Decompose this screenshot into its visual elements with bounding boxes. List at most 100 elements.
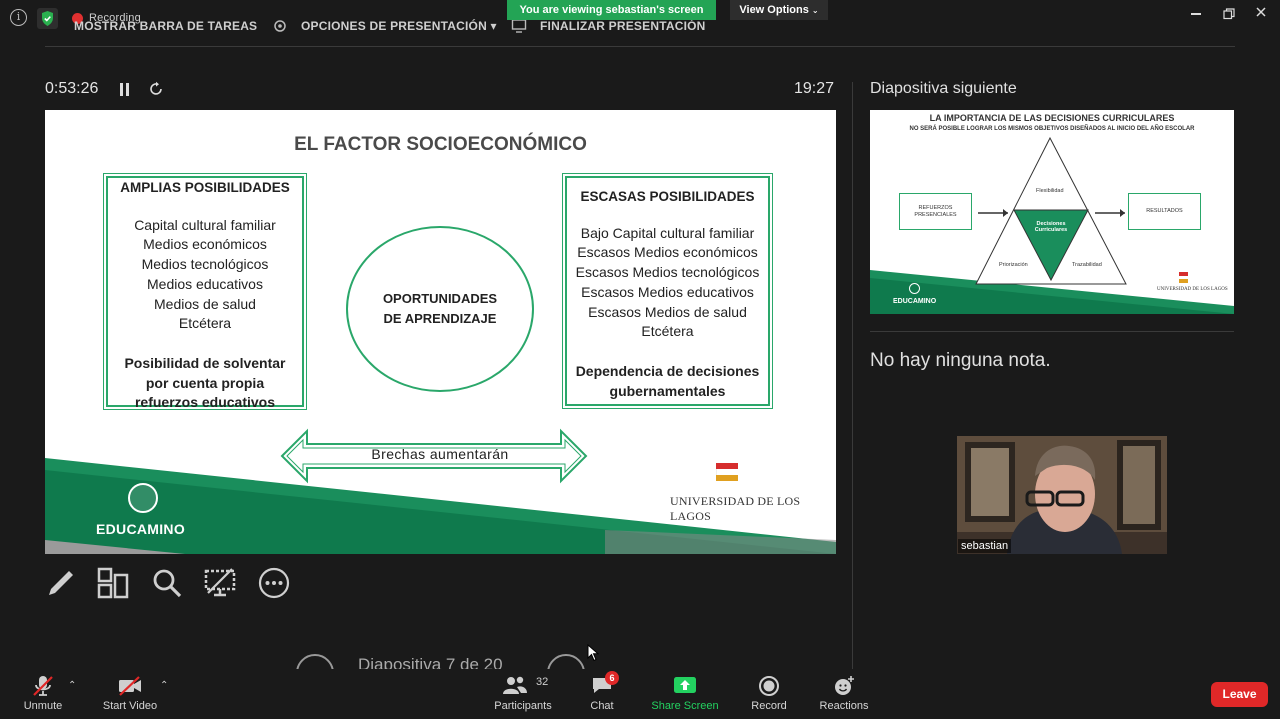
right-box-heading: ESCASAS POSIBILIDADES bbox=[580, 189, 755, 204]
meeting-toolbar: Unmute ⌃ Start Video ⌃ 32 Participants 6… bbox=[0, 669, 1280, 719]
participant-video[interactable]: sebastian bbox=[957, 436, 1167, 554]
next-slide-left-box: REFUERZOS PRESENCIALES bbox=[899, 193, 972, 230]
elapsed-timer: 0:53:26 bbox=[45, 80, 99, 97]
close-icon[interactable] bbox=[1255, 5, 1267, 23]
clock: 19:27 bbox=[794, 80, 835, 97]
circle-line: DE APRENDIZAJE bbox=[383, 311, 497, 326]
reactions-label: Reactions bbox=[819, 700, 869, 712]
next-slide-university: UNIVERSIDAD DE LOS LAGOS bbox=[1157, 287, 1228, 292]
next-slide-preview[interactable]: LA IMPORTANCIA DE LAS DECISIONES CURRICU… bbox=[870, 110, 1234, 314]
right-bold-line: Dependencia de decisiones bbox=[575, 362, 760, 379]
left-item: Etcétera bbox=[178, 315, 232, 332]
educamino-logo-icon bbox=[128, 483, 158, 513]
video-scene bbox=[957, 436, 1167, 554]
viewing-screen-banner: You are viewing sebastian's screen bbox=[507, 0, 716, 20]
right-item: Escasos Medios tecnológicos bbox=[575, 264, 760, 281]
view-options-label: View Options bbox=[739, 4, 809, 16]
circle-line: OPORTUNIDADES bbox=[382, 291, 498, 306]
pause-icon[interactable] bbox=[119, 83, 130, 101]
left-bold-line: Posibilidad de solventar bbox=[124, 354, 286, 371]
slide-navigation: Diapositiva 7 de 20 bbox=[296, 652, 586, 669]
right-item: Escasos Medios de salud bbox=[588, 303, 747, 320]
chat-unread-badge: 6 bbox=[605, 671, 619, 685]
slides-grid-icon[interactable] bbox=[97, 567, 129, 599]
panel-divider bbox=[852, 82, 853, 670]
shield-icon[interactable] bbox=[37, 8, 58, 29]
left-item: Medios tecnológicos bbox=[141, 256, 269, 273]
left-possibilities-box: AMPLIAS POSIBILIDADES Capital cultural f… bbox=[103, 173, 307, 410]
record-icon bbox=[758, 675, 780, 702]
gaps-arrow-label: Brechas aumentarán bbox=[371, 446, 509, 462]
reset-timer-icon[interactable] bbox=[148, 81, 164, 102]
left-box-heading: AMPLIAS POSIBILIDADES bbox=[120, 180, 290, 195]
reactions-button[interactable]: Reactions bbox=[816, 669, 872, 719]
top-separator bbox=[45, 46, 1235, 47]
black-screen-icon[interactable] bbox=[204, 567, 236, 599]
right-item: Escasos Medios económicos bbox=[577, 244, 758, 261]
participant-name: sebastian bbox=[958, 539, 1012, 553]
right-item: Etcétera bbox=[641, 323, 694, 340]
record-label: Record bbox=[751, 700, 787, 712]
presentation-options-button[interactable]: OPCIONES DE PRESENTACIÓN ▾ bbox=[301, 19, 497, 33]
left-item: Medios económicos bbox=[143, 236, 267, 253]
university-flag-icon bbox=[716, 463, 738, 485]
zoom-window: i Recording MOSTRAR BARRA DE TAREAS OPCI… bbox=[0, 0, 1280, 719]
right-possibilities-box: ESCASAS POSIBILIDADES Bajo Capital cultu… bbox=[562, 173, 773, 409]
audio-options-chevron-icon[interactable]: ⌃ bbox=[68, 680, 76, 691]
end-presentation-button[interactable]: FINALIZAR PRESENTACIÓN bbox=[540, 19, 706, 33]
info-icon[interactable]: i bbox=[10, 9, 27, 26]
share-screen-icon bbox=[673, 675, 697, 700]
gear-icon[interactable] bbox=[272, 18, 288, 39]
chevron-down-icon: ⌄ bbox=[811, 6, 819, 15]
restore-icon[interactable] bbox=[1223, 7, 1235, 25]
next-slide-brand: EDUCAMINO bbox=[893, 298, 937, 305]
pen-icon[interactable] bbox=[45, 567, 77, 599]
next-slide-top-label: Flexibilidad bbox=[1036, 188, 1064, 194]
microphone-muted-icon bbox=[31, 675, 55, 702]
leave-button[interactable]: Leave bbox=[1211, 682, 1268, 707]
video-camera-off-icon bbox=[117, 675, 143, 702]
more-options-icon[interactable] bbox=[258, 567, 290, 599]
next-slide-label: Diapositiva siguiente bbox=[870, 80, 1017, 97]
next-slide-left-label: Priorización bbox=[999, 262, 1028, 268]
smiley-plus-icon bbox=[833, 675, 855, 702]
zoom-magnifier-icon[interactable] bbox=[151, 567, 183, 599]
view-options-button[interactable]: View Options ⌄ bbox=[730, 0, 828, 20]
end-presentation-icon[interactable] bbox=[511, 18, 527, 39]
opportunities-circle: OPORTUNIDADES DE APRENDIZAJE bbox=[346, 226, 534, 392]
left-bold-line: por cuenta propia bbox=[145, 374, 265, 391]
next-slide-title: LA IMPORTANCIA DE LAS DECISIONES CURRICU… bbox=[929, 113, 1175, 123]
next-slide-logo-icon bbox=[909, 283, 920, 294]
participants-label: Participants bbox=[494, 700, 552, 712]
left-item: Medios de salud bbox=[154, 295, 256, 312]
mouse-cursor-icon bbox=[587, 643, 600, 667]
next-slide-center-label: Decisiones Curriculares bbox=[1034, 221, 1068, 233]
participants-count: 32 bbox=[536, 676, 549, 688]
left-bold-line: refuerzos educativos bbox=[134, 394, 276, 411]
left-item: Medios educativos bbox=[147, 275, 263, 292]
record-button[interactable]: Record bbox=[746, 669, 792, 719]
university-name: UNIVERSIDAD DE LOS LAGOS bbox=[670, 494, 801, 523]
video-options-chevron-icon[interactable]: ⌃ bbox=[160, 680, 168, 691]
prev-slide-button[interactable] bbox=[296, 654, 334, 669]
chat-label: Chat bbox=[590, 700, 614, 712]
show-taskbar-button[interactable]: MOSTRAR BARRA DE TAREAS bbox=[74, 19, 257, 33]
slide-title: EL FACTOR SOCIOECONÓMICO bbox=[294, 134, 587, 155]
left-item: Capital cultural familiar bbox=[134, 216, 276, 233]
next-slide-right-label: Trazabilidad bbox=[1072, 262, 1102, 268]
participants-button[interactable]: 32 Participants bbox=[490, 669, 556, 719]
current-slide: EL FACTOR SOCIOECONÓMICO AMPLIAS POSIBIL… bbox=[45, 110, 836, 554]
chat-button[interactable]: 6 Chat bbox=[584, 669, 620, 719]
speaker-notes: No hay ninguna nota. bbox=[870, 350, 1051, 371]
next-slide-subtitle: NO SERÁ POSIBLE LOGRAR LOS MISMOS OBJETI… bbox=[909, 126, 1195, 132]
share-screen-button[interactable]: Share Screen bbox=[650, 669, 720, 719]
notes-separator bbox=[870, 331, 1234, 332]
slide-counter: Diapositiva 7 de 20 bbox=[358, 655, 503, 669]
unmute-button[interactable]: Unmute bbox=[15, 669, 71, 719]
right-item: Escasos Medios educativos bbox=[581, 283, 754, 300]
next-slide-button[interactable] bbox=[547, 654, 585, 669]
start-video-button[interactable]: Start Video bbox=[98, 669, 162, 719]
unmute-label: Unmute bbox=[23, 700, 63, 712]
minimize-icon[interactable] bbox=[1191, 13, 1201, 15]
share-screen-label: Share Screen bbox=[651, 700, 719, 712]
